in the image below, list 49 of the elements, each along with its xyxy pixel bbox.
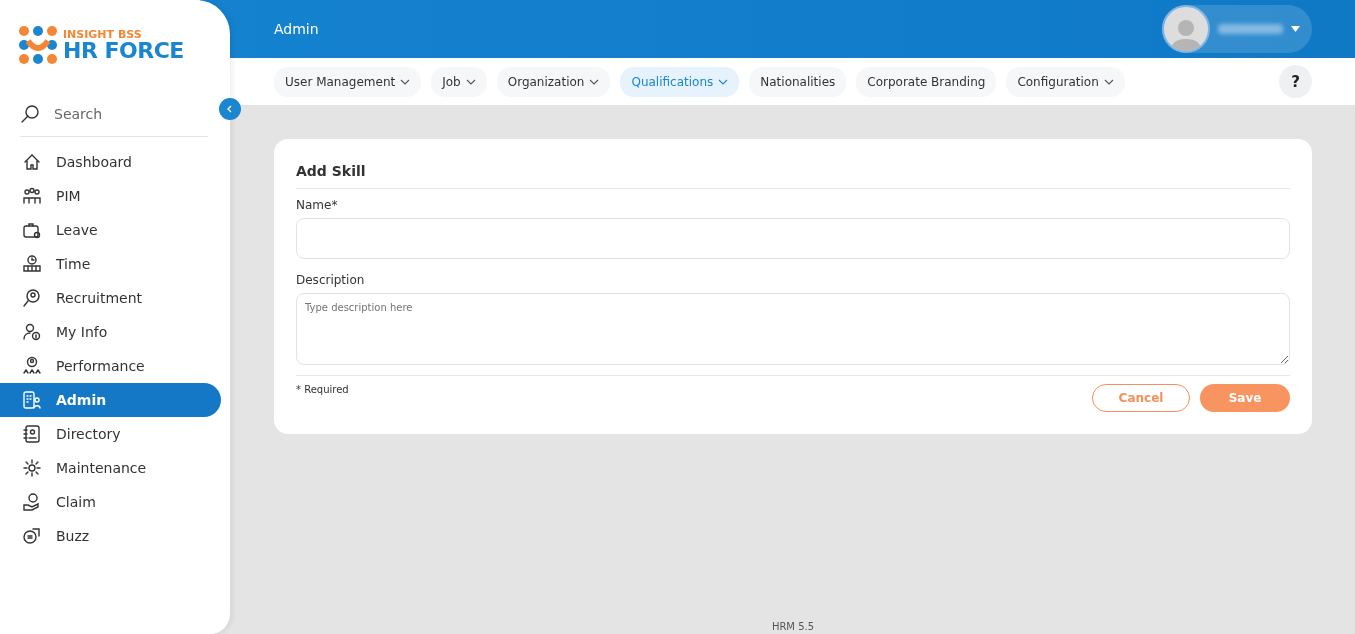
name-field[interactable] — [296, 218, 1290, 259]
user-menu[interactable] — [1162, 5, 1312, 53]
page-title: Admin — [274, 21, 319, 37]
sidebar-item[interactable]: Performance — [0, 349, 221, 383]
help-button[interactable]: ? — [1279, 65, 1312, 98]
building-user-icon — [22, 390, 42, 410]
hand-coin-icon — [22, 492, 42, 512]
brand-name: HR FORCE — [63, 39, 184, 62]
nav-tab[interactable]: Job — [431, 66, 487, 97]
chevron-left-icon — [226, 105, 234, 113]
caret-icon — [1291, 26, 1300, 32]
search-icon — [20, 104, 40, 124]
nav-tab[interactable]: Corporate Branding — [856, 66, 997, 97]
sidebar-item[interactable]: My Info — [0, 315, 221, 349]
collapse-button[interactable] — [219, 98, 241, 120]
medal-icon — [22, 356, 42, 376]
logo-icon — [17, 24, 59, 66]
sidebar-item[interactable]: Claim — [0, 485, 221, 519]
clock-icon — [22, 254, 42, 274]
brand-tagline: INSIGHT BSS — [63, 28, 143, 40]
sidebar-item[interactable]: Leave — [0, 213, 221, 247]
nav-tab[interactable]: Configuration — [1006, 66, 1125, 97]
nav-tab[interactable]: User Management — [274, 66, 422, 97]
required-note: * Required — [296, 384, 349, 395]
field-label: Name* — [296, 198, 339, 212]
sidebar-item[interactable]: Buzz — [0, 519, 221, 553]
nav-tab[interactable]: Organization — [496, 66, 611, 97]
sidebar-item[interactable]: Admin — [0, 383, 221, 417]
sidebar-item[interactable]: Maintenance — [0, 451, 221, 485]
chat-icon — [22, 526, 42, 546]
description-field[interactable]: Type description here — [296, 293, 1290, 365]
sidebar-item[interactable]: Recruitment — [0, 281, 221, 315]
sidebar-item[interactable]: Time — [0, 247, 221, 281]
blurred-username — [1218, 24, 1283, 34]
nav-tab[interactable]: Nationalities — [749, 66, 847, 97]
sidebar-item[interactable]: Directory — [0, 417, 221, 451]
briefcase-icon — [22, 220, 42, 240]
avatar-icon — [1162, 5, 1210, 53]
version-text: HRM 5.5 — [770, 621, 816, 634]
sidebar-item[interactable]: Dashboard — [0, 145, 221, 179]
person-info-icon — [22, 322, 42, 342]
home-icon — [22, 152, 42, 172]
sidebar-item[interactable]: PIM — [0, 179, 221, 213]
nav-tab[interactable]: Qualifications — [620, 66, 740, 97]
form-title: Add Skill — [296, 153, 1290, 189]
people-icon — [22, 186, 42, 206]
address-book-icon — [22, 424, 42, 444]
field-label: Description — [296, 273, 366, 287]
magnifier-icon — [22, 288, 42, 308]
